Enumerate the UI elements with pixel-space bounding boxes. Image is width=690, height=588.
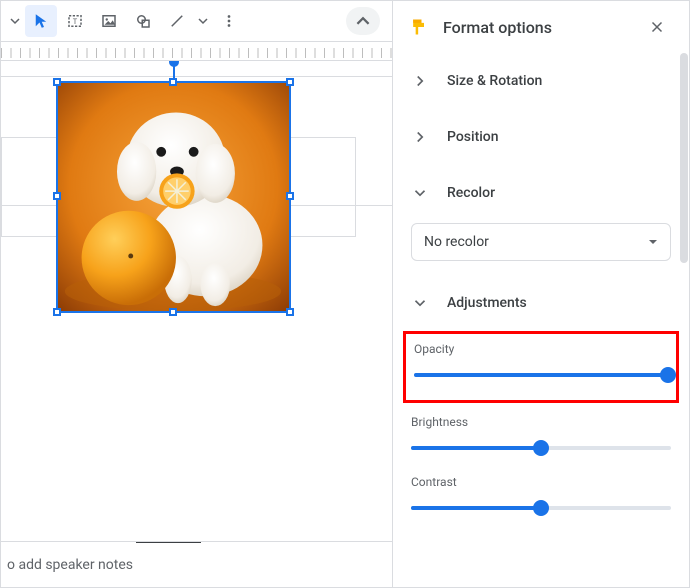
line-tool-dropdown[interactable] [195,16,211,26]
section-size-rotation[interactable]: Size & Rotation [411,53,671,109]
contrast-slider[interactable] [411,495,671,521]
speaker-notes-bar[interactable]: o add speaker notes [1,541,392,587]
recolor-select[interactable]: No recolor [411,223,671,261]
section-label: Size & Rotation [447,73,542,89]
opacity-slider-group: Opacity [414,338,668,390]
contrast-label: Contrast [411,475,671,489]
selected-image[interactable] [58,83,289,311]
opacity-slider[interactable] [414,362,668,388]
brightness-thumb[interactable] [533,440,549,456]
editor-area: T [1,1,392,587]
resize-handle-sw[interactable] [53,308,61,316]
resize-handle-nw[interactable] [53,78,61,86]
section-label: Position [447,129,499,145]
brightness-slider-group: Brightness [411,403,671,463]
close-panel-button[interactable] [641,11,673,43]
format-options-panel: Format options Size & Rotation Position … [392,1,689,587]
resize-handle-se[interactable] [286,308,294,316]
toolbar-leading-dropdown[interactable] [7,16,23,26]
chevron-down-icon [411,294,429,312]
recolor-value: No recolor [424,234,489,250]
line-tool[interactable] [161,5,193,37]
resize-handle-ne[interactable] [286,78,294,86]
brightness-label: Brightness [411,415,671,429]
resize-handle-e[interactable] [286,192,294,200]
section-label: Adjustments [447,295,527,311]
opacity-thumb[interactable] [660,367,676,383]
opacity-label: Opacity [414,342,668,356]
dropdown-caret-icon [648,237,658,247]
panel-header: Format options [393,1,689,53]
more-vert-icon[interactable] [213,5,245,37]
svg-text:T: T [73,17,78,26]
select-tool[interactable] [25,5,57,37]
collapse-toolbar-button[interactable] [346,7,380,35]
speaker-notes-prompt: o add speaker notes [7,557,133,573]
format-options-icon [409,17,429,37]
panel-scrollbar[interactable] [680,53,688,263]
brightness-slider[interactable] [411,435,671,461]
image-tool[interactable] [93,5,125,37]
section-label: Recolor [447,185,495,201]
panel-title: Format options [443,18,627,37]
section-adjustments[interactable]: Adjustments [411,275,671,331]
contrast-slider-group: Contrast [411,463,671,523]
slide-canvas[interactable] [1,61,392,587]
chevron-right-icon [411,128,429,146]
rotation-handle[interactable] [169,61,179,67]
section-recolor[interactable]: Recolor [411,165,671,221]
textbox-tool[interactable]: T [59,5,91,37]
highlight-red-box: Opacity [403,331,679,403]
resize-handle-s[interactable] [169,308,177,316]
resize-handle-n[interactable] [169,78,177,86]
resize-handle-w[interactable] [53,192,61,200]
image-selection[interactable] [56,81,291,313]
shape-tool[interactable] [127,5,159,37]
chevron-right-icon [411,72,429,90]
section-position[interactable]: Position [411,109,671,165]
horizontal-ruler[interactable] [1,41,392,61]
contrast-thumb[interactable] [533,500,549,516]
chevron-down-icon [411,184,429,202]
toolbar: T [1,1,392,41]
